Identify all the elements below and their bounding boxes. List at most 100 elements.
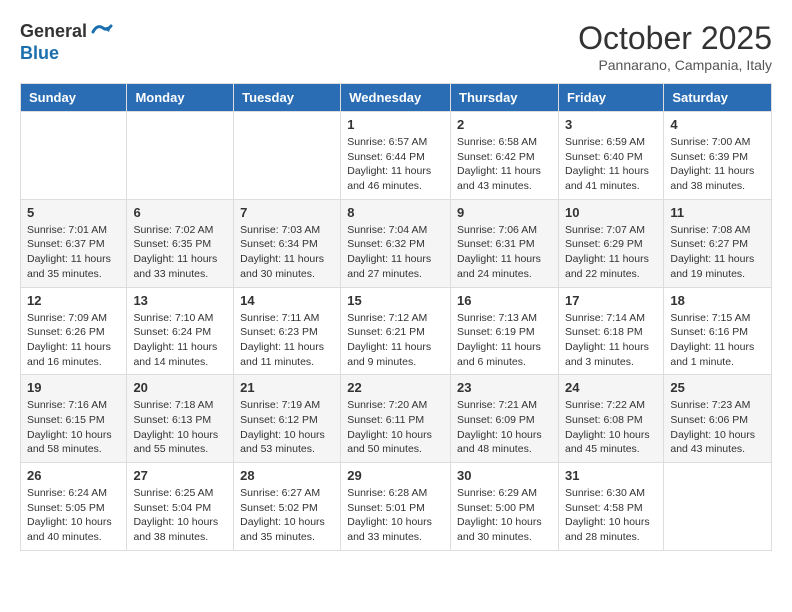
calendar-day-header: Sunday <box>21 84 127 112</box>
day-info: Sunrise: 7:06 AMSunset: 6:31 PMDaylight:… <box>457 223 552 282</box>
calendar-cell: 15 Sunrise: 7:12 AMSunset: 6:21 PMDayligh… <box>341 287 451 375</box>
calendar-cell <box>127 112 234 200</box>
calendar-day-header: Friday <box>558 84 663 112</box>
calendar-cell <box>21 112 127 200</box>
day-number: 15 <box>347 293 444 308</box>
day-info: Sunrise: 7:22 AMSunset: 6:08 PMDaylight:… <box>565 398 657 457</box>
calendar-cell: 10Sunrise: 7:07 AMSunset: 6:29 PMDayligh… <box>558 199 663 287</box>
day-number: 5 <box>27 205 120 220</box>
day-number: 3 <box>565 117 657 132</box>
day-info: Sunrise: 7:00 AMSunset: 6:39 PMDaylight:… <box>670 135 765 194</box>
calendar-cell: 4 Sunrise: 7:00 AMSunset: 6:39 PMDaylight… <box>664 112 772 200</box>
month-title: October 2025 <box>578 20 772 57</box>
day-info: Sunrise: 7:16 AMSunset: 6:15 PMDaylight:… <box>27 398 120 457</box>
day-number: 14 <box>240 293 334 308</box>
day-info: Sunrise: 7:03 AMSunset: 6:34 PMDaylight:… <box>240 223 334 282</box>
day-number: 29 <box>347 468 444 483</box>
calendar-cell: 30 Sunrise: 6:29 AMSunset: 5:00 PMDayligh… <box>451 463 559 551</box>
calendar-week-row: 5 Sunrise: 7:01 AMSunset: 6:37 PMDaylight… <box>21 199 772 287</box>
day-info: Sunrise: 6:25 AMSunset: 5:04 PMDaylight:… <box>133 486 227 545</box>
calendar-cell: 11 Sunrise: 7:08 AMSunset: 6:27 PMDayligh… <box>664 199 772 287</box>
day-info: Sunrise: 7:21 AMSunset: 6:09 PMDaylight:… <box>457 398 552 457</box>
calendar-cell: 27 Sunrise: 6:25 AMSunset: 5:04 PMDayligh… <box>127 463 234 551</box>
calendar-cell: 12Sunrise: 7:09 AMSunset: 6:26 PMDayligh… <box>21 287 127 375</box>
day-number: 16 <box>457 293 552 308</box>
day-number: 18 <box>670 293 765 308</box>
day-info: Sunrise: 6:30 AMSunset: 4:58 PMDaylight:… <box>565 486 657 545</box>
day-info: Sunrise: 7:02 AMSunset: 6:35 PMDaylight:… <box>133 223 227 282</box>
calendar-cell: 7 Sunrise: 7:03 AMSunset: 6:34 PMDaylight… <box>234 199 341 287</box>
day-number: 7 <box>240 205 334 220</box>
calendar-cell: 29 Sunrise: 6:28 AMSunset: 5:01 PMDayligh… <box>341 463 451 551</box>
day-number: 2 <box>457 117 552 132</box>
day-number: 19 <box>27 380 120 395</box>
day-number: 27 <box>133 468 227 483</box>
day-number: 23 <box>457 380 552 395</box>
calendar-day-header: Monday <box>127 84 234 112</box>
logo-icon <box>89 20 113 44</box>
day-number: 25 <box>670 380 765 395</box>
calendar-cell: 13 Sunrise: 7:10 AMSunset: 6:24 PMDayligh… <box>127 287 234 375</box>
day-number: 8 <box>347 205 444 220</box>
calendar-cell: 3 Sunrise: 6:59 AMSunset: 6:40 PMDaylight… <box>558 112 663 200</box>
day-info: Sunrise: 7:18 AMSunset: 6:13 PMDaylight:… <box>133 398 227 457</box>
day-info: Sunrise: 7:10 AMSunset: 6:24 PMDaylight:… <box>133 311 227 370</box>
day-info: Sunrise: 7:09 AMSunset: 6:26 PMDaylight:… <box>27 311 120 370</box>
day-info: Sunrise: 7:19 AMSunset: 6:12 PMDaylight:… <box>240 398 334 457</box>
calendar-cell: 14 Sunrise: 7:11 AMSunset: 6:23 PMDayligh… <box>234 287 341 375</box>
day-number: 4 <box>670 117 765 132</box>
calendar-cell: 31 Sunrise: 6:30 AMSunset: 4:58 PMDayligh… <box>558 463 663 551</box>
calendar-cell: 5 Sunrise: 7:01 AMSunset: 6:37 PMDaylight… <box>21 199 127 287</box>
day-info: Sunrise: 6:58 AMSunset: 6:42 PMDaylight:… <box>457 135 552 194</box>
calendar-week-row: 26Sunrise: 6:24 AMSunset: 5:05 PMDayligh… <box>21 463 772 551</box>
calendar-cell: 21Sunrise: 7:19 AMSunset: 6:12 PMDayligh… <box>234 375 341 463</box>
day-number: 30 <box>457 468 552 483</box>
calendar-cell: 18 Sunrise: 7:15 AMSunset: 6:16 PMDayligh… <box>664 287 772 375</box>
calendar-day-header: Tuesday <box>234 84 341 112</box>
calendar-day-header: Thursday <box>451 84 559 112</box>
logo-general-text: General <box>20 22 87 42</box>
calendar-day-header: Saturday <box>664 84 772 112</box>
calendar-day-header: Wednesday <box>341 84 451 112</box>
day-info: Sunrise: 6:29 AMSunset: 5:00 PMDaylight:… <box>457 486 552 545</box>
day-info: Sunrise: 6:28 AMSunset: 5:01 PMDaylight:… <box>347 486 444 545</box>
day-info: Sunrise: 7:20 AMSunset: 6:11 PMDaylight:… <box>347 398 444 457</box>
logo-blue-text: Blue <box>20 44 113 64</box>
calendar-week-row: 1Sunrise: 6:57 AMSunset: 6:44 PMDaylight… <box>21 112 772 200</box>
day-info: Sunrise: 7:04 AMSunset: 6:32 PMDaylight:… <box>347 223 444 282</box>
day-number: 13 <box>133 293 227 308</box>
page-header: General Blue October 2025 Pannarano, Cam… <box>20 20 772 73</box>
calendar-cell <box>664 463 772 551</box>
day-info: Sunrise: 6:59 AMSunset: 6:40 PMDaylight:… <box>565 135 657 194</box>
day-number: 11 <box>670 205 765 220</box>
day-info: Sunrise: 7:14 AMSunset: 6:18 PMDaylight:… <box>565 311 657 370</box>
day-number: 9 <box>457 205 552 220</box>
calendar-table: SundayMondayTuesdayWednesdayThursdayFrid… <box>20 83 772 551</box>
day-info: Sunrise: 6:24 AMSunset: 5:05 PMDaylight:… <box>27 486 120 545</box>
day-info: Sunrise: 7:08 AMSunset: 6:27 PMDaylight:… <box>670 223 765 282</box>
day-number: 31 <box>565 468 657 483</box>
day-info: Sunrise: 7:13 AMSunset: 6:19 PMDaylight:… <box>457 311 552 370</box>
day-info: Sunrise: 7:12 AMSunset: 6:21 PMDaylight:… <box>347 311 444 370</box>
calendar-week-row: 12Sunrise: 7:09 AMSunset: 6:26 PMDayligh… <box>21 287 772 375</box>
day-number: 24 <box>565 380 657 395</box>
title-block: October 2025 Pannarano, Campania, Italy <box>578 20 772 73</box>
day-info: Sunrise: 7:23 AMSunset: 6:06 PMDaylight:… <box>670 398 765 457</box>
calendar-cell: 22 Sunrise: 7:20 AMSunset: 6:11 PMDayligh… <box>341 375 451 463</box>
calendar-cell: 28 Sunrise: 6:27 AMSunset: 5:02 PMDayligh… <box>234 463 341 551</box>
calendar-header-row: SundayMondayTuesdayWednesdayThursdayFrid… <box>21 84 772 112</box>
day-info: Sunrise: 6:27 AMSunset: 5:02 PMDaylight:… <box>240 486 334 545</box>
calendar-week-row: 19 Sunrise: 7:16 AMSunset: 6:15 PMDayligh… <box>21 375 772 463</box>
calendar-cell: 2 Sunrise: 6:58 AMSunset: 6:42 PMDaylight… <box>451 112 559 200</box>
day-info: Sunrise: 7:15 AMSunset: 6:16 PMDaylight:… <box>670 311 765 370</box>
day-info: Sunrise: 6:57 AMSunset: 6:44 PMDaylight:… <box>347 135 444 194</box>
logo: General Blue <box>20 20 113 64</box>
day-info: Sunrise: 7:01 AMSunset: 6:37 PMDaylight:… <box>27 223 120 282</box>
day-info: Sunrise: 7:11 AMSunset: 6:23 PMDaylight:… <box>240 311 334 370</box>
day-number: 22 <box>347 380 444 395</box>
day-number: 6 <box>133 205 227 220</box>
day-info: Sunrise: 7:07 AMSunset: 6:29 PMDaylight:… <box>565 223 657 282</box>
day-number: 28 <box>240 468 334 483</box>
calendar-cell: 16 Sunrise: 7:13 AMSunset: 6:19 PMDayligh… <box>451 287 559 375</box>
day-number: 17 <box>565 293 657 308</box>
